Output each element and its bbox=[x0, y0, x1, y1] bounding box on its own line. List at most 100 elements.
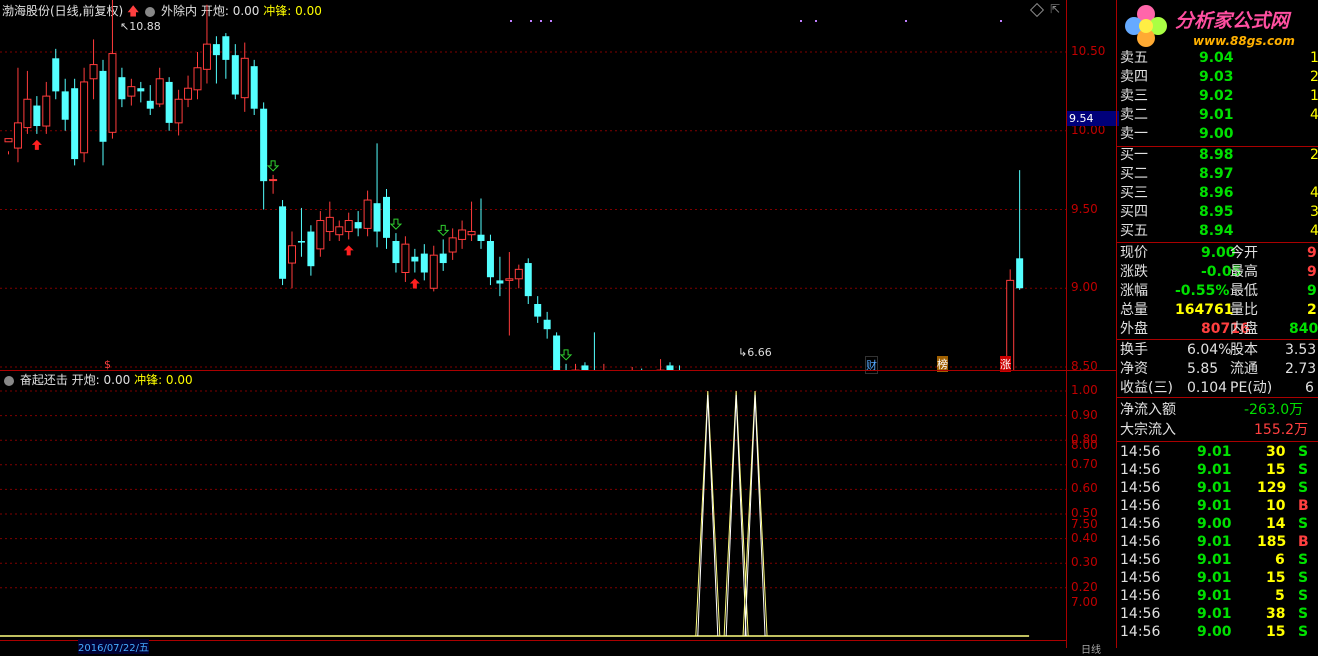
candle bbox=[581, 362, 589, 370]
sub-tick: 0.80 bbox=[1071, 432, 1098, 447]
buy-arrow-icon bbox=[409, 278, 420, 289]
tick-volume: 30 bbox=[1266, 444, 1286, 460]
candle bbox=[165, 77, 173, 131]
tick-price: 9.01 bbox=[1197, 588, 1232, 604]
stat-label: 现价 bbox=[1120, 245, 1148, 261]
candle bbox=[231, 44, 239, 100]
tick-side: S bbox=[1298, 552, 1309, 568]
ob-label: 买五 bbox=[1120, 223, 1148, 239]
ob-price: 9.01 bbox=[1199, 107, 1234, 123]
stat-label: 外盘 bbox=[1120, 321, 1148, 337]
ob-vol: 2 bbox=[1310, 69, 1318, 85]
marker-dot bbox=[510, 20, 512, 22]
stat-value: 2 bbox=[1307, 302, 1317, 318]
candle bbox=[155, 67, 164, 108]
candle bbox=[401, 236, 410, 282]
stat-value: 840 bbox=[1289, 321, 1318, 337]
sell-arrow-icon bbox=[436, 224, 450, 237]
low-label: 6.66 bbox=[747, 346, 772, 359]
candle bbox=[307, 225, 315, 276]
flower-logo-icon bbox=[1125, 5, 1167, 47]
order-book-row[interactable]: 买四 8.95 3 bbox=[1117, 203, 1318, 222]
finance-row: 换手 6.04% 股本 3.53 bbox=[1117, 341, 1318, 360]
candle bbox=[429, 245, 438, 292]
fin-label: 股本 bbox=[1230, 342, 1258, 358]
candle bbox=[193, 52, 202, 100]
sell-arrow-icon bbox=[559, 349, 573, 361]
tick-volume: 129 bbox=[1257, 480, 1287, 496]
order-book-row[interactable]: 买五 8.94 4 bbox=[1117, 222, 1318, 241]
tick-time: 14:56 bbox=[1120, 516, 1161, 532]
candle bbox=[325, 201, 334, 241]
tick-time: 14:56 bbox=[1120, 624, 1161, 640]
price-axis: 10.50 10.00 9.50 9.00 8.50 8.00 7.50 7.00 9.54 … bbox=[1066, 0, 1119, 656]
tick-row: 14:56 9.01 185 B bbox=[1117, 533, 1318, 552]
tick-side: B bbox=[1298, 498, 1309, 514]
ob-label: 买一 bbox=[1120, 147, 1148, 163]
candle bbox=[514, 264, 523, 289]
tick-volume: 15 bbox=[1266, 462, 1286, 478]
buy-arrow-icon bbox=[31, 139, 42, 150]
candle bbox=[279, 200, 287, 286]
candle bbox=[496, 256, 504, 297]
fin-value: 3.53 bbox=[1285, 342, 1317, 358]
candle bbox=[4, 138, 13, 155]
ob-price: 8.94 bbox=[1199, 223, 1234, 239]
sub-tick: 1.00 bbox=[1071, 383, 1098, 397]
price-tick: 7.00 bbox=[1071, 595, 1098, 610]
tick-time: 14:56 bbox=[1120, 480, 1161, 496]
ob-price: 8.98 bbox=[1199, 147, 1234, 163]
candle bbox=[335, 220, 344, 241]
tick-row: 14:56 9.01 30 S bbox=[1117, 443, 1318, 462]
ob-vol: 2 bbox=[1310, 147, 1318, 163]
tick-price: 9.01 bbox=[1197, 534, 1232, 550]
ob-label: 卖二 bbox=[1120, 107, 1148, 123]
sub-tick: 0.70 bbox=[1071, 456, 1098, 471]
price-tick: 10.50 bbox=[1071, 44, 1106, 58]
marker-dot bbox=[905, 20, 907, 22]
tick-volume: 185 bbox=[1257, 534, 1287, 550]
tick-time: 14:56 bbox=[1120, 534, 1161, 550]
tick-price: 9.01 bbox=[1197, 462, 1232, 478]
ob-price: 8.95 bbox=[1199, 204, 1234, 220]
ob-label: 卖三 bbox=[1120, 88, 1148, 104]
main-chart-panel[interactable]: 渤海股份(日线,前复权) 🡅 外除内 开炮: 0.00 冲锋: 0.00 ⇱ ↖… bbox=[0, 0, 1066, 374]
tick-volume: 10 bbox=[1266, 498, 1286, 514]
tick-side: S bbox=[1298, 606, 1309, 622]
order-book-row[interactable]: 买二 8.97 bbox=[1117, 165, 1318, 184]
candle bbox=[420, 244, 428, 281]
fin-label: 收益(三) bbox=[1120, 380, 1173, 396]
candle bbox=[439, 239, 447, 271]
flow-label: 净流入额 bbox=[1120, 402, 1176, 418]
ob-label: 卖四 bbox=[1120, 69, 1148, 85]
candle bbox=[80, 67, 89, 163]
flow-label: 大宗流入 bbox=[1120, 422, 1176, 438]
tick-side: S bbox=[1298, 516, 1309, 532]
flow-value: -263.0万 bbox=[1244, 402, 1304, 418]
tick-time: 14:56 bbox=[1120, 552, 1161, 568]
candle bbox=[383, 189, 390, 249]
order-book-row[interactable]: 卖四 9.03 2 bbox=[1117, 68, 1318, 87]
sub-indicator-panel[interactable]: 奋起还击 开炮: 0.00 冲锋: 0.00 bbox=[0, 371, 1066, 648]
candle bbox=[174, 89, 183, 136]
order-book-row[interactable]: 买三 8.96 4 bbox=[1117, 184, 1318, 203]
candle bbox=[23, 70, 32, 134]
fin-value: 6.04% bbox=[1187, 342, 1232, 358]
order-book-row[interactable]: 卖三 9.02 1 bbox=[1117, 87, 1318, 106]
tick-row: 14:56 9.01 5 S bbox=[1117, 587, 1318, 606]
candle bbox=[543, 311, 551, 339]
tick-time: 14:56 bbox=[1120, 498, 1161, 514]
tick-volume: 38 bbox=[1266, 606, 1286, 622]
order-book-row[interactable]: 买一 8.98 2 bbox=[1117, 146, 1318, 165]
stat-label: 涨跌 bbox=[1120, 264, 1148, 280]
stat-row: 外盘 80716 内盘 840 bbox=[1117, 320, 1318, 339]
ob-label: 卖一 bbox=[1120, 126, 1148, 142]
flow-value: 155.2万 bbox=[1254, 422, 1309, 438]
order-book-row[interactable]: 卖一 9.00 bbox=[1117, 125, 1318, 144]
candle bbox=[222, 33, 230, 79]
candle bbox=[458, 220, 467, 249]
order-book-row[interactable]: 卖二 9.01 4 bbox=[1117, 106, 1318, 125]
candle bbox=[71, 78, 79, 166]
tick-side: S bbox=[1298, 570, 1309, 586]
order-book-row[interactable]: 卖五 9.04 1 bbox=[1117, 49, 1318, 68]
